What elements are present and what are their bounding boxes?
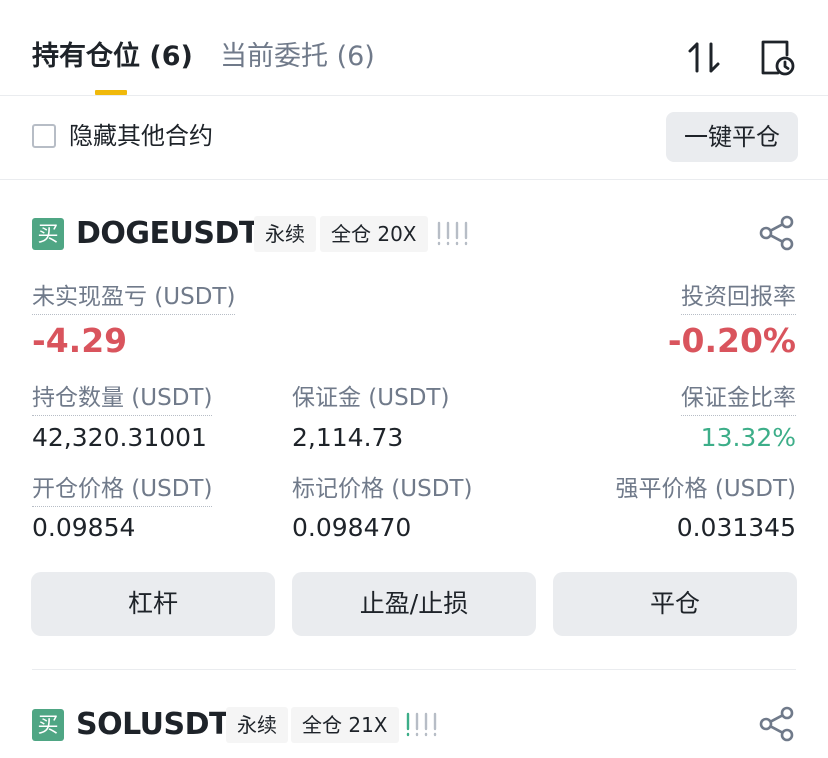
- sort-icon[interactable]: [684, 38, 724, 78]
- hide-other-contracts-label[interactable]: 隐藏其他合约: [69, 118, 213, 154]
- margin-ratio-value: 13.32%: [700, 423, 796, 452]
- unrealized-pnl-label[interactable]: 未实现盈亏 (USDT): [32, 280, 236, 315]
- active-tab-indicator: [95, 90, 127, 95]
- card-divider: [32, 669, 796, 670]
- roe-label[interactable]: 投资回报率: [681, 280, 796, 315]
- entry-price-value: 0.09854: [32, 513, 136, 542]
- position-tabs: 持有仓位 (6) 当前委托 (6): [0, 0, 828, 96]
- history-icon[interactable]: [756, 38, 796, 78]
- tp-sl-button[interactable]: 止盈/止损: [292, 572, 536, 636]
- perpetual-tag: 永续: [254, 216, 316, 252]
- share-icon[interactable]: [758, 214, 796, 252]
- risk-bars-icon: [437, 221, 468, 246]
- hide-other-contracts-checkbox[interactable]: [32, 124, 56, 148]
- position-header: 买 SOLUSDT 永续 全仓 21X: [0, 705, 828, 749]
- close-position-button[interactable]: 平仓: [553, 572, 797, 636]
- filter-row: 隐藏其他合约 一键平仓: [0, 96, 828, 180]
- risk-bars-icon: [406, 712, 437, 737]
- margin-ratio-label[interactable]: 保证金比率: [681, 381, 796, 416]
- position-symbol[interactable]: DOGEUSDT: [76, 213, 259, 255]
- margin-value: 2,114.73: [292, 423, 404, 452]
- close-all-button[interactable]: 一键平仓: [666, 112, 798, 162]
- margin-label: 保证金 (USDT): [292, 385, 450, 411]
- margin-mode-tag[interactable]: 全仓 20X: [320, 216, 428, 252]
- mark-price-label: 标记价格 (USDT): [292, 476, 473, 502]
- entry-price-label[interactable]: 开仓价格 (USDT): [32, 472, 213, 507]
- buy-badge: 买: [32, 218, 64, 250]
- mark-price-value: 0.098470: [292, 513, 412, 542]
- position-header: 买 DOGEUSDT 永续 全仓 20X: [0, 214, 828, 258]
- position-size-label[interactable]: 持仓数量 (USDT): [32, 381, 213, 416]
- position-symbol[interactable]: SOLUSDT: [76, 704, 230, 746]
- share-icon[interactable]: [758, 705, 796, 743]
- unrealized-pnl-value: -4.29: [32, 321, 128, 360]
- perpetual-tag: 永续: [226, 707, 288, 743]
- tab-positions[interactable]: 持有仓位 (6): [32, 38, 193, 76]
- liquidation-price-label: 强平价格 (USDT): [615, 476, 796, 502]
- tab-open-orders[interactable]: 当前委托 (6): [220, 38, 375, 76]
- roe-value: -0.20%: [667, 321, 796, 360]
- leverage-button[interactable]: 杠杆: [31, 572, 275, 636]
- position-size-value: 42,320.31001: [32, 423, 207, 452]
- buy-badge: 买: [32, 709, 64, 741]
- margin-mode-tag[interactable]: 全仓 21X: [291, 707, 399, 743]
- liquidation-price-value: 0.031345: [676, 513, 796, 542]
